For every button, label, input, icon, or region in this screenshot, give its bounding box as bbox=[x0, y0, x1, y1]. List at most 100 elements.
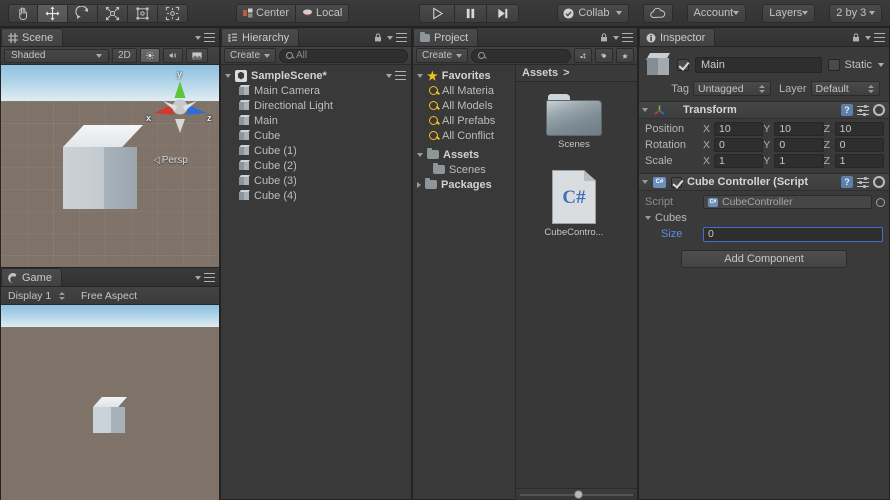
tab-game[interactable]: Game bbox=[1, 268, 62, 286]
pause-button[interactable] bbox=[455, 3, 488, 23]
layer-dropdown[interactable]: Default bbox=[810, 81, 880, 96]
hierarchy-item[interactable]: Cube bbox=[221, 128, 411, 143]
aspect-dropdown[interactable]: Free Aspect bbox=[77, 288, 141, 303]
project-favorite-item[interactable]: All Models bbox=[413, 98, 515, 113]
object-picker-icon[interactable] bbox=[876, 197, 885, 207]
inspector-panel-menu[interactable] bbox=[852, 33, 885, 42]
hierarchy-item[interactable]: Cube (2) bbox=[221, 158, 411, 173]
transform-x-input[interactable]: 1 bbox=[714, 154, 764, 168]
hierarchy-create-button[interactable]: Create bbox=[224, 48, 277, 63]
filter-by-label-button[interactable] bbox=[595, 48, 613, 63]
hierarchy-item[interactable]: Main Camera bbox=[221, 83, 411, 98]
hierarchy-item[interactable]: Cube (4) bbox=[221, 188, 411, 203]
favorites-filter-button[interactable] bbox=[616, 48, 634, 63]
script-object-field[interactable]: C# CubeController bbox=[703, 195, 872, 209]
lighting-toggle-button[interactable] bbox=[139, 48, 160, 63]
gear-icon[interactable] bbox=[873, 104, 885, 116]
cubes-array-row[interactable]: Cubes bbox=[639, 210, 889, 226]
transform-z-input[interactable]: 10 bbox=[834, 122, 884, 136]
preset-icon[interactable] bbox=[857, 104, 869, 116]
zoom-slider-track[interactable] bbox=[520, 490, 633, 499]
gameobject-enabled-checkbox[interactable] bbox=[677, 59, 689, 71]
chevron-down-icon[interactable] bbox=[642, 180, 648, 184]
layers-dropdown[interactable]: Layers bbox=[762, 3, 816, 23]
hierarchy-search-input[interactable]: All bbox=[279, 48, 408, 63]
game-panel-menu[interactable] bbox=[195, 273, 215, 282]
scene-panel-menu[interactable] bbox=[195, 33, 215, 42]
play-button[interactable] bbox=[419, 3, 456, 23]
static-checkbox[interactable] bbox=[828, 59, 841, 71]
transform-y-input[interactable]: 1 bbox=[774, 154, 824, 168]
transform-z-input[interactable]: 0 bbox=[834, 138, 884, 152]
tab-scene[interactable]: Scene bbox=[1, 28, 64, 46]
array-size-input[interactable]: 0 bbox=[703, 226, 883, 242]
project-tree-item[interactable]: Scenes bbox=[413, 162, 515, 177]
chevron-down-icon[interactable] bbox=[225, 73, 231, 78]
project-panel-menu[interactable] bbox=[600, 33, 633, 42]
step-button[interactable] bbox=[487, 3, 520, 23]
zoom-slider-knob[interactable] bbox=[574, 490, 584, 499]
chevron-down-icon[interactable] bbox=[645, 216, 651, 220]
project-assets-row[interactable]: Assets bbox=[413, 147, 515, 162]
asset-item-scenes-folder[interactable]: Scenes bbox=[538, 94, 610, 150]
tab-project[interactable]: Project bbox=[413, 28, 479, 46]
account-dropdown[interactable]: Account bbox=[686, 3, 747, 23]
scene-axis-gizmo[interactable]: y x z bbox=[145, 69, 215, 135]
scale-tool-button[interactable] bbox=[98, 3, 128, 23]
audio-toggle-button[interactable] bbox=[162, 48, 183, 63]
hierarchy-item[interactable]: Main bbox=[221, 113, 411, 128]
transform-z-input[interactable]: 1 bbox=[834, 154, 884, 168]
add-component-button[interactable]: Add Component bbox=[681, 250, 847, 268]
breadcrumb-assets[interactable]: Assets bbox=[522, 67, 558, 79]
transform-x-input[interactable]: 10 bbox=[714, 122, 764, 136]
static-toggle-group[interactable]: Static bbox=[828, 59, 884, 71]
transform-y-input[interactable]: 0 bbox=[774, 138, 824, 152]
pivot-mode-button[interactable]: Center bbox=[236, 3, 297, 23]
transform-x-input[interactable]: 0 bbox=[714, 138, 764, 152]
filter-by-type-button[interactable] bbox=[574, 48, 592, 63]
move-tool-button[interactable] bbox=[38, 3, 68, 23]
pivot-rotation-button[interactable]: Local bbox=[296, 3, 350, 23]
cloud-button[interactable] bbox=[642, 3, 673, 23]
hierarchy-item[interactable]: Directional Light bbox=[221, 98, 411, 113]
shading-mode-dropdown[interactable]: Shaded bbox=[4, 48, 109, 63]
hierarchy-item[interactable]: Cube (3) bbox=[221, 173, 411, 188]
transform-component-header[interactable]: Transform ? bbox=[639, 101, 889, 119]
chevron-right-icon[interactable] bbox=[417, 181, 421, 188]
scene-cube-object[interactable] bbox=[63, 125, 143, 209]
help-icon[interactable]: ? bbox=[841, 104, 853, 116]
script-component-header[interactable]: C# Cube Controller (Script ? bbox=[639, 173, 889, 191]
fx-toggle-button[interactable] bbox=[185, 48, 208, 63]
chevron-down-icon[interactable] bbox=[878, 63, 884, 67]
chevron-down-icon[interactable] bbox=[386, 73, 392, 78]
tab-inspector[interactable]: Inspector bbox=[639, 28, 716, 46]
gameobject-name-input[interactable]: Main bbox=[695, 57, 823, 73]
2d-toggle-button[interactable]: 2D bbox=[112, 48, 137, 63]
rotate-tool-button[interactable] bbox=[68, 3, 98, 23]
hierarchy-panel-menu[interactable] bbox=[374, 33, 407, 42]
transform-y-input[interactable]: 10 bbox=[774, 122, 824, 136]
menu-icon[interactable] bbox=[395, 71, 406, 80]
chevron-down-icon[interactable] bbox=[642, 108, 648, 112]
transform-tool-button[interactable] bbox=[158, 3, 188, 23]
scene-viewport[interactable]: y x z ◁ Persp bbox=[1, 65, 219, 267]
project-asset-grid[interactable]: Scenes C# CubeContro... bbox=[516, 82, 637, 500]
hierarchy-scene-row[interactable]: SampleScene* bbox=[221, 68, 411, 83]
project-favorite-item[interactable]: All Materia bbox=[413, 83, 515, 98]
collab-dropdown[interactable]: Collab bbox=[557, 3, 629, 23]
tab-hierarchy[interactable]: Hierarchy bbox=[221, 28, 300, 46]
asset-zoom-slider[interactable] bbox=[516, 488, 637, 500]
help-icon[interactable]: ? bbox=[841, 176, 853, 188]
project-favorite-item[interactable]: All Conflict bbox=[413, 128, 515, 143]
project-favorites-row[interactable]: ★ Favorites bbox=[413, 68, 515, 83]
hierarchy-item[interactable]: Cube (1) bbox=[221, 143, 411, 158]
project-create-button[interactable]: Create bbox=[416, 48, 469, 63]
chevron-down-icon[interactable] bbox=[417, 73, 423, 78]
chevron-down-icon[interactable] bbox=[417, 152, 423, 157]
tag-dropdown[interactable]: Untagged bbox=[693, 81, 771, 96]
hand-tool-button[interactable] bbox=[8, 3, 38, 23]
preset-icon[interactable] bbox=[857, 176, 869, 188]
project-packages-row[interactable]: Packages bbox=[413, 177, 515, 192]
project-search-input[interactable] bbox=[471, 48, 571, 63]
script-enabled-checkbox[interactable] bbox=[671, 176, 682, 188]
